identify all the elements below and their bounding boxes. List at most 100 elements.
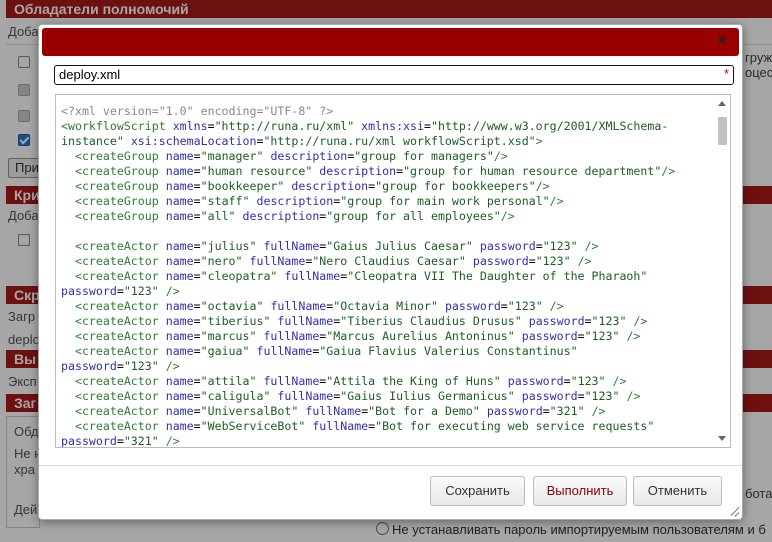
code-token: /> xyxy=(633,314,648,328)
code-line: <createActor name="UniversalBot" fullNam… xyxy=(61,404,709,419)
code-area[interactable]: <?xml version="1.0" encoding="UTF-8" ?> <… xyxy=(61,104,709,448)
code-token: fullName xyxy=(256,344,313,358)
code-token: name xyxy=(165,269,194,283)
code-token: name xyxy=(165,299,194,313)
code-token: fullName xyxy=(277,389,334,403)
code-token: name xyxy=(165,314,194,328)
xml-editor[interactable]: <?xml version="1.0" encoding="UTF-8" ?> <… xyxy=(55,94,731,448)
code-token: = xyxy=(424,119,431,133)
cancel-button[interactable]: Отменить xyxy=(633,476,722,506)
code-token: xmlns xyxy=(172,119,208,133)
filename-input[interactable]: deploy.xml * xyxy=(54,65,734,85)
code-token: = xyxy=(207,119,215,133)
code-token: /> xyxy=(535,179,550,193)
code-token: <createGroup xyxy=(74,149,166,163)
dialog-titlebar[interactable]: × xyxy=(42,28,739,56)
scroll-up-icon[interactable] xyxy=(718,101,726,106)
code-token: = xyxy=(193,314,201,328)
code-token: = xyxy=(535,239,543,253)
code-token: /> xyxy=(500,209,515,223)
code-line: <createActor name="octavia" fullName="Oc… xyxy=(61,299,709,314)
code-token: "321" xyxy=(123,434,159,448)
code-token: /> xyxy=(612,374,627,388)
scroll-thumb[interactable] xyxy=(718,117,727,145)
code-token: = xyxy=(116,359,124,373)
code-token: "attila" xyxy=(200,374,257,388)
code-token: name xyxy=(165,419,194,433)
code-token: = xyxy=(193,164,201,178)
code-line: <createGroup name="staff" description="g… xyxy=(61,194,709,209)
code-token: "cleopatra" xyxy=(200,269,278,283)
code-token: fullName xyxy=(284,269,341,283)
code-token: /> xyxy=(626,329,641,343)
close-icon[interactable]: × xyxy=(715,33,729,49)
code-token: description xyxy=(319,164,397,178)
code-token: "nero" xyxy=(200,254,243,268)
code-token: <createGroup xyxy=(74,194,166,208)
code-token: "123" xyxy=(535,254,571,268)
code-token: <createActor xyxy=(74,389,166,403)
code-token: "http://runa.ru/xml" xyxy=(214,119,355,133)
code-token: /> xyxy=(626,389,641,403)
resize-handle-icon[interactable] xyxy=(729,506,739,516)
code-token: "123" xyxy=(123,359,159,373)
code-token: <createActor xyxy=(74,329,166,343)
code-token: "123" xyxy=(584,389,620,403)
code-token: = xyxy=(193,254,201,268)
code-token: = xyxy=(193,329,201,343)
code-line: <createActor name="caligula" fullName="G… xyxy=(61,389,709,404)
code-token: "octavia" xyxy=(200,299,264,313)
code-token: "Gaiua Flavius Valerius Constantinus" xyxy=(319,344,578,358)
code-line: <workflowScript xmlns="http://runa.ru/xm… xyxy=(61,119,709,134)
code-line: <createActor name="attila" fullName="Att… xyxy=(61,374,709,389)
code-token: password xyxy=(507,374,564,388)
required-star: * xyxy=(723,66,729,81)
code-token: = xyxy=(193,389,201,403)
code-token: description xyxy=(291,179,369,193)
code-token: /> xyxy=(493,149,508,163)
code-token: name xyxy=(165,374,194,388)
code-token: "Cleopatra VII The Daughter of the Phara… xyxy=(347,269,648,283)
code-line: <createActor name="WebServiceBot" fullNa… xyxy=(61,419,709,434)
code-token: <createActor xyxy=(74,269,166,283)
code-token: = xyxy=(577,389,585,403)
code-token: "Attila the King of Huns" xyxy=(326,374,501,388)
scroll-down-icon[interactable] xyxy=(718,436,726,441)
code-token: description xyxy=(256,194,334,208)
code-token: = xyxy=(193,149,201,163)
code-token: <createGroup xyxy=(74,179,166,193)
code-line: <createActor name="cleopatra" fullName="… xyxy=(61,269,709,284)
code-line: password="123" /> xyxy=(61,359,709,374)
code-token: "manager" xyxy=(200,149,264,163)
code-token: <createActor xyxy=(74,419,166,433)
editor-scrollbar[interactable] xyxy=(716,97,728,445)
code-token: = xyxy=(563,374,571,388)
code-token: "Marcus Aurelius Antoninus" xyxy=(326,329,515,343)
code-token: name xyxy=(165,404,194,418)
code-token: instance" xyxy=(61,134,124,148)
save-button[interactable]: Сохранить xyxy=(430,476,525,506)
code-token: <createActor xyxy=(74,314,166,328)
execute-button[interactable]: Выполнить xyxy=(533,476,627,506)
code-token: = xyxy=(193,179,201,193)
code-token: "WebServiceBot" xyxy=(200,419,306,433)
code-token: name xyxy=(165,239,194,253)
code-token: "http://runa.ru/xml workflowScript.xsd" xyxy=(263,134,536,148)
code-token: /> xyxy=(165,359,180,373)
code-token: /> xyxy=(577,254,592,268)
code-token: = xyxy=(528,254,536,268)
code-token: name xyxy=(165,254,194,268)
